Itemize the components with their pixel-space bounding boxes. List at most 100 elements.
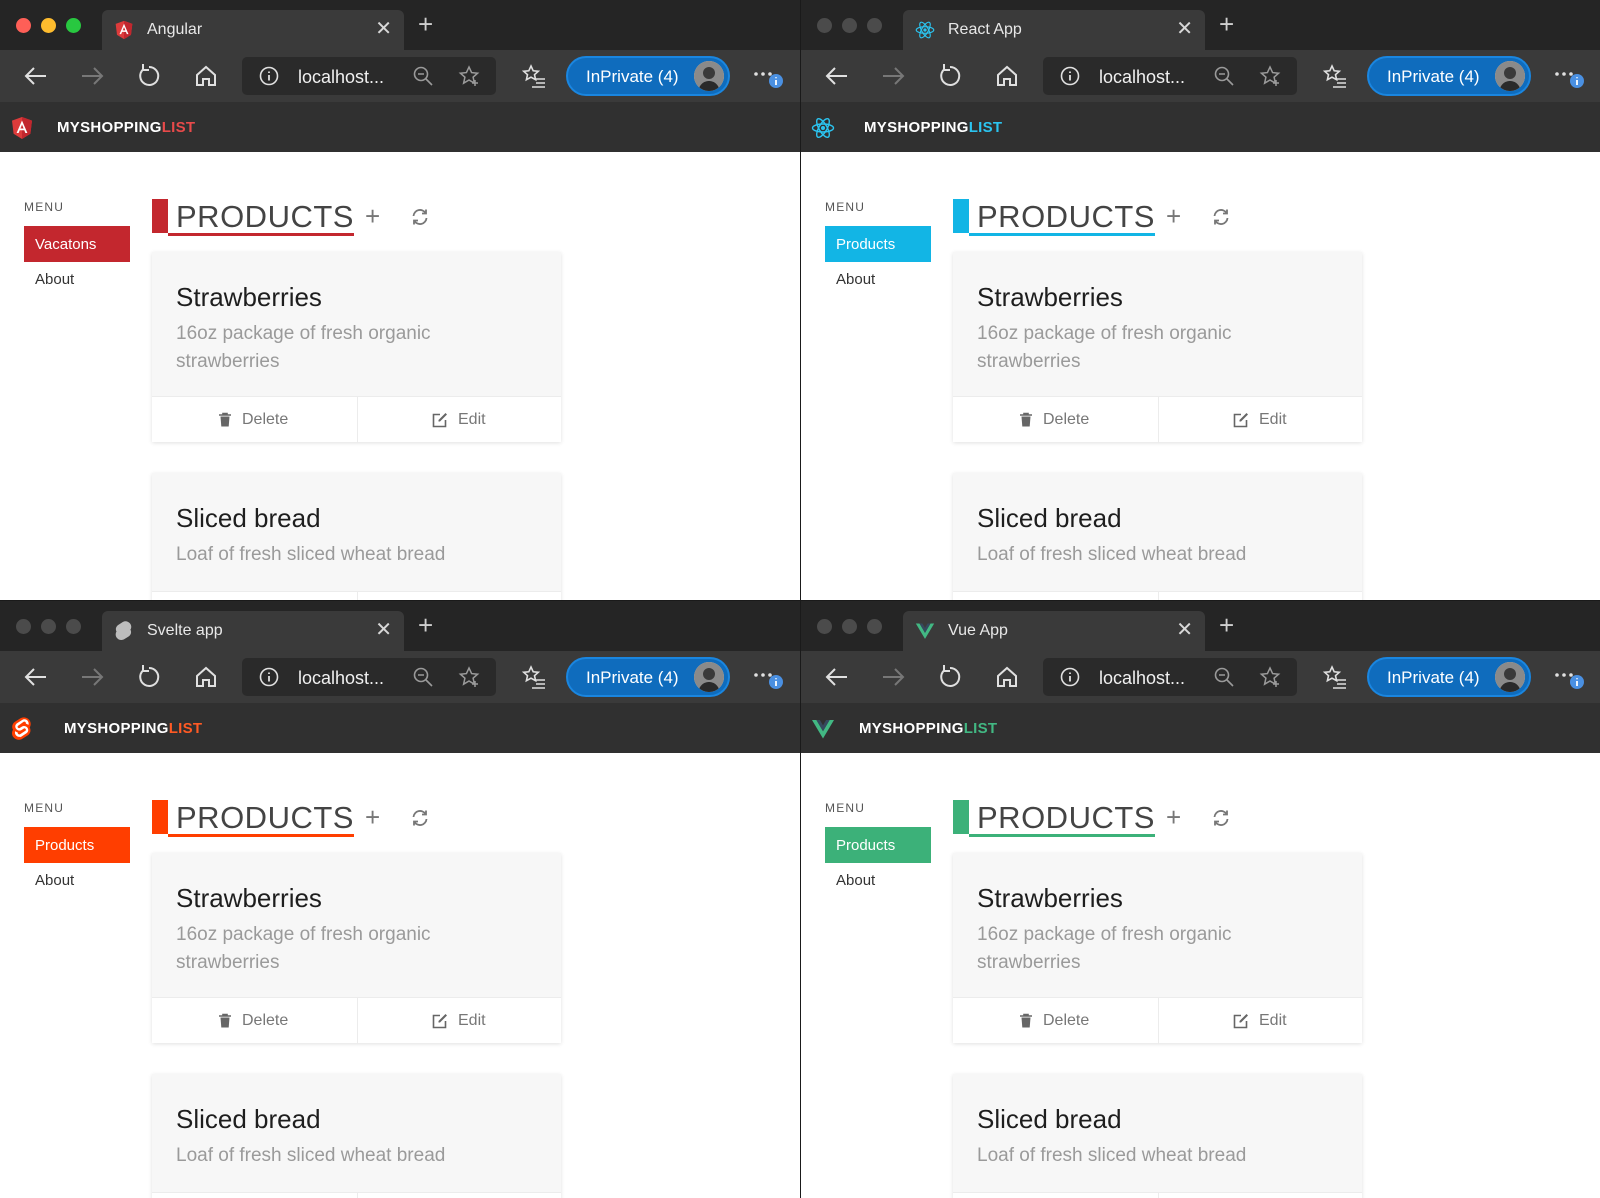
tab-close-icon[interactable]: ✕ (1176, 19, 1193, 39)
add-product-button[interactable]: + (365, 203, 380, 229)
add-favorite-star-icon[interactable] (458, 65, 480, 87)
delete-button[interactable]: Delete (152, 397, 356, 443)
delete-button[interactable] (152, 1193, 356, 1198)
app-brand[interactable]: MYSHOPPINGLIST (864, 119, 1002, 136)
maximize-window-button[interactable] (867, 619, 882, 634)
delete-button[interactable]: Delete (152, 998, 356, 1044)
site-info-icon[interactable] (1060, 66, 1080, 86)
nav-item-about[interactable]: About (836, 872, 875, 889)
close-window-button[interactable] (16, 18, 31, 33)
back-arrow-icon[interactable] (823, 62, 851, 90)
minimize-window-button[interactable] (41, 619, 56, 634)
nav-item-products[interactable]: Products (825, 226, 931, 262)
edit-button[interactable]: Edit (1158, 397, 1362, 443)
settings-more-icon[interactable] (752, 60, 786, 90)
home-icon[interactable] (192, 62, 220, 90)
edit-button[interactable] (357, 592, 561, 600)
zoom-icon[interactable] (1213, 666, 1235, 688)
settings-more-icon[interactable] (1553, 661, 1587, 691)
address-bar[interactable]: localhost... (242, 57, 496, 95)
add-product-button[interactable]: + (365, 804, 380, 830)
site-info-icon[interactable] (1060, 667, 1080, 687)
add-favorite-star-icon[interactable] (1259, 666, 1281, 688)
refresh-page-icon[interactable] (936, 663, 964, 691)
refresh-list-icon[interactable] (410, 808, 430, 828)
zoom-icon[interactable] (1213, 65, 1235, 87)
tab-close-icon[interactable]: ✕ (375, 19, 392, 39)
minimize-window-button[interactable] (41, 18, 56, 33)
edit-button[interactable] (1158, 592, 1362, 600)
minimize-window-button[interactable] (842, 18, 857, 33)
nav-item-products[interactable]: Products (825, 827, 931, 863)
refresh-list-icon[interactable] (410, 207, 430, 227)
back-arrow-icon[interactable] (823, 663, 851, 691)
app-brand[interactable]: MYSHOPPINGLIST (859, 720, 997, 737)
add-product-button[interactable]: + (1166, 203, 1181, 229)
site-info-icon[interactable] (259, 66, 279, 86)
nav-item-vacatons[interactable]: Vacatons (24, 226, 130, 262)
edit-button[interactable]: Edit (1158, 998, 1362, 1044)
new-tab-button[interactable]: + (1219, 612, 1234, 638)
forward-arrow-icon[interactable] (78, 663, 106, 691)
delete-button[interactable]: Delete (953, 998, 1157, 1044)
new-tab-button[interactable]: + (1219, 11, 1234, 37)
delete-button[interactable] (953, 1193, 1157, 1198)
edit-button[interactable] (1158, 1193, 1362, 1198)
home-icon[interactable] (192, 663, 220, 691)
browser-tab[interactable]: Vue App ✕ (903, 611, 1205, 651)
zoom-icon[interactable] (412, 65, 434, 87)
zoom-icon[interactable] (412, 666, 434, 688)
forward-arrow-icon[interactable] (78, 62, 106, 90)
refresh-page-icon[interactable] (936, 62, 964, 90)
close-window-button[interactable] (817, 18, 832, 33)
close-window-button[interactable] (16, 619, 31, 634)
inprivate-button[interactable]: InPrivate (4) (1367, 56, 1531, 96)
inprivate-button[interactable]: InPrivate (4) (566, 56, 730, 96)
nav-item-about[interactable]: About (35, 271, 74, 288)
back-arrow-icon[interactable] (22, 62, 50, 90)
maximize-window-button[interactable] (66, 619, 81, 634)
forward-arrow-icon[interactable] (879, 62, 907, 90)
nav-item-products[interactable]: Products (24, 827, 130, 863)
favorites-list-icon[interactable] (520, 663, 548, 691)
site-info-icon[interactable] (259, 667, 279, 687)
address-bar[interactable]: localhost... (242, 658, 496, 696)
new-tab-button[interactable]: + (418, 11, 433, 37)
edit-button[interactable] (357, 1193, 561, 1198)
edit-button[interactable]: Edit (357, 397, 561, 443)
inprivate-button[interactable]: InPrivate (4) (566, 657, 730, 697)
maximize-window-button[interactable] (66, 18, 81, 33)
app-brand[interactable]: MYSHOPPINGLIST (64, 720, 202, 737)
add-favorite-star-icon[interactable] (1259, 65, 1281, 87)
delete-button[interactable] (152, 592, 356, 600)
nav-item-about[interactable]: About (35, 872, 74, 889)
browser-tab[interactable]: Angular ✕ (102, 10, 404, 50)
add-favorite-star-icon[interactable] (458, 666, 480, 688)
app-brand[interactable]: MYSHOPPINGLIST (57, 119, 195, 136)
add-product-button[interactable]: + (1166, 804, 1181, 830)
favorites-list-icon[interactable] (1321, 62, 1349, 90)
favorites-list-icon[interactable] (1321, 663, 1349, 691)
refresh-list-icon[interactable] (1211, 207, 1231, 227)
minimize-window-button[interactable] (842, 619, 857, 634)
new-tab-button[interactable]: + (418, 612, 433, 638)
edit-button[interactable]: Edit (357, 998, 561, 1044)
home-icon[interactable] (993, 663, 1021, 691)
home-icon[interactable] (993, 62, 1021, 90)
back-arrow-icon[interactable] (22, 663, 50, 691)
favorites-list-icon[interactable] (520, 62, 548, 90)
settings-more-icon[interactable] (752, 661, 786, 691)
address-bar[interactable]: localhost... (1043, 658, 1297, 696)
browser-tab[interactable]: React App ✕ (903, 10, 1205, 50)
delete-button[interactable]: Delete (953, 397, 1157, 443)
maximize-window-button[interactable] (867, 18, 882, 33)
refresh-list-icon[interactable] (1211, 808, 1231, 828)
delete-button[interactable] (953, 592, 1157, 600)
close-window-button[interactable] (817, 619, 832, 634)
tab-close-icon[interactable]: ✕ (1176, 620, 1193, 640)
tab-close-icon[interactable]: ✕ (375, 620, 392, 640)
forward-arrow-icon[interactable] (879, 663, 907, 691)
address-bar[interactable]: localhost... (1043, 57, 1297, 95)
inprivate-button[interactable]: InPrivate (4) (1367, 657, 1531, 697)
settings-more-icon[interactable] (1553, 60, 1587, 90)
